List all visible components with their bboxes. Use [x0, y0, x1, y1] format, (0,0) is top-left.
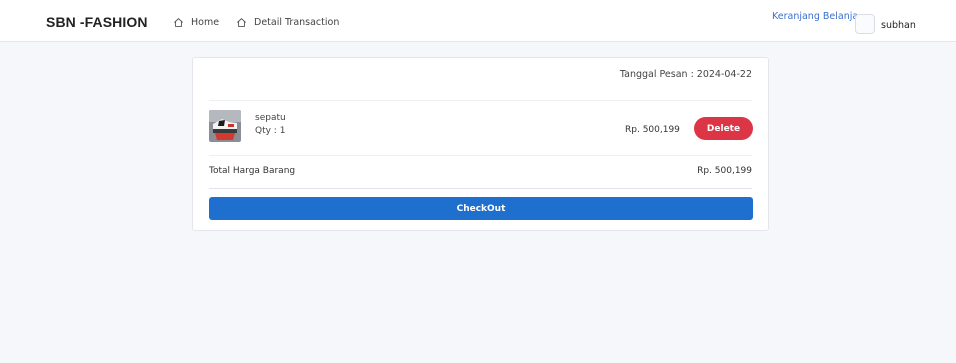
brand-logo[interactable]: SBN -FASHION — [46, 14, 148, 30]
home-icon — [174, 18, 183, 27]
home-icon — [237, 18, 246, 27]
delete-button[interactable]: Delete — [694, 117, 753, 140]
total-value: Rp. 500,199 — [697, 166, 752, 176]
product-price: Rp. 500,199 — [625, 125, 680, 135]
cart-link[interactable]: Keranjang Belanja — [772, 11, 858, 22]
nav-link-home[interactable]: Home — [173, 17, 219, 28]
navbar: SBN -FASHION Home Detail Transaction Ker… — [0, 0, 956, 42]
order-date: Tanggal Pesan : 2024-04-22 — [619, 69, 752, 80]
total-label: Total Harga Barang — [209, 166, 296, 176]
transaction-card: Tanggal Pesan : 2024-04-22 sepatu Qty : … — [192, 57, 769, 231]
avatar[interactable] — [855, 14, 875, 34]
divider — [209, 100, 752, 101]
checkout-button[interactable]: CheckOut — [209, 197, 753, 220]
user-name[interactable]: subhan — [881, 20, 916, 31]
shoe-thumbnail — [209, 110, 241, 142]
product-name: sepatu — [255, 113, 286, 123]
divider — [209, 188, 752, 189]
divider — [209, 155, 752, 156]
nav-link-label: Home — [191, 17, 220, 28]
nav-link-detail-transaction[interactable]: Detail Transaction — [236, 17, 339, 28]
product-qty: Qty : 1 — [255, 126, 286, 136]
nav-link-label: Detail Transaction — [254, 17, 340, 28]
